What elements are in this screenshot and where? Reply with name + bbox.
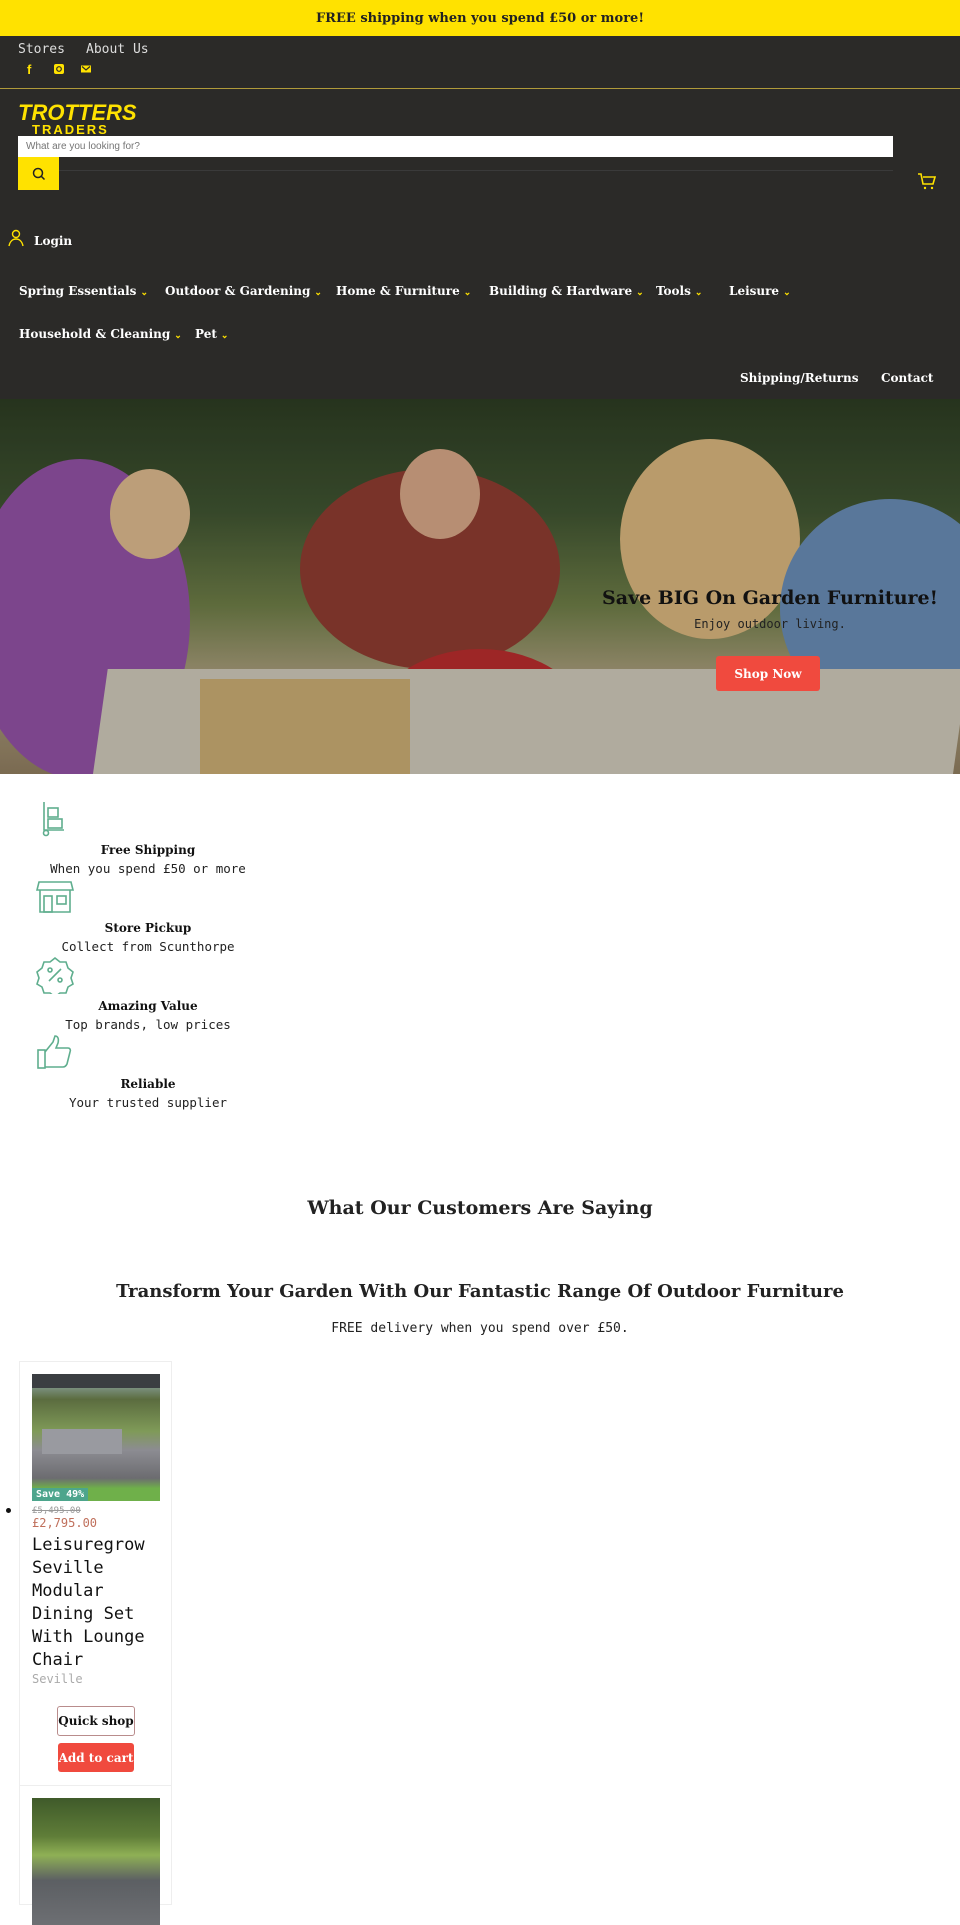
feature-reliable: Reliable Your trusted supplier	[0, 1077, 296, 1110]
nav-label: Pet	[195, 327, 217, 341]
nav-shipping-returns[interactable]: Shipping/Returns	[740, 371, 858, 385]
nav-spring-essentials[interactable]: Spring Essentials ⌄	[19, 284, 148, 298]
product-title[interactable]: Leisuregrow Seville Modular Dining Set W…	[32, 1534, 167, 1672]
quick-shop-button[interactable]: Quick shop	[57, 1706, 135, 1736]
chevron-down-icon: ⌄	[174, 331, 182, 341]
product-card	[19, 1785, 172, 1925]
site-header	[0, 36, 960, 399]
feature-subtitle: Top brands, low prices	[65, 1017, 231, 1032]
collection-heading: Transform Your Garden With Our Fantastic…	[116, 1281, 844, 1302]
discount-badge: Save 49%	[32, 1488, 89, 1501]
hero-subtitle: Enjoy outdoor living.	[694, 617, 846, 631]
testimonials-heading: What Our Customers Are Saying	[307, 1197, 653, 1219]
product-card: Save 49% £5,495.00 £2,795.00 Leisuregrow…	[19, 1361, 172, 1786]
user-icon	[8, 229, 24, 247]
chevron-down-icon: ⌄	[463, 288, 472, 298]
search-icon	[32, 167, 45, 180]
chevron-down-icon: ⌄	[694, 288, 703, 298]
nav-household-cleaning[interactable]: Household & Cleaning ⌄	[19, 327, 182, 341]
feature-title: Amazing Value	[98, 999, 198, 1013]
chevron-down-icon: ⌄	[220, 331, 229, 341]
chevron-down-icon: ⌄	[636, 288, 644, 298]
nav-label: Home & Furniture	[336, 284, 460, 298]
nav-building-hardware[interactable]: Building & Hardware ⌄	[489, 284, 644, 298]
feature-subtitle: When you spend £50 or more	[50, 861, 246, 876]
nav-label: Household & Cleaning	[19, 327, 171, 341]
top-link-stores[interactable]: Stores	[18, 42, 65, 57]
thumbs-up-icon	[37, 1035, 72, 1069]
chevron-down-icon: ⌄	[314, 288, 322, 298]
product-vendor: Seville	[32, 1672, 83, 1686]
feature-free-shipping: Free Shipping When you spend £50 or more	[0, 843, 296, 876]
logo[interactable]: TROTTERS TRADERS	[18, 100, 137, 137]
sale-price: £2,795.00	[32, 1516, 98, 1530]
feature-subtitle: Collect from Scunthorpe	[61, 939, 235, 954]
top-link-about-us[interactable]: About Us	[86, 42, 149, 57]
nav-outdoor-gardening[interactable]: Outdoor & Gardening ⌄	[165, 284, 322, 298]
nav-label: Tools	[656, 284, 691, 298]
shop-now-button[interactable]: Shop Now	[716, 656, 820, 691]
search-underline	[59, 170, 893, 171]
nav-tools[interactable]: Tools ⌄	[656, 284, 702, 298]
header-divider	[0, 88, 960, 89]
delivery-trolley-icon	[42, 802, 64, 837]
chevron-down-icon: ⌄	[783, 288, 791, 298]
nav-contact[interactable]: Contact	[881, 371, 933, 385]
store-icon	[36, 881, 74, 913]
feature-title: Store Pickup	[104, 921, 192, 935]
nav-label: Outdoor & Gardening	[165, 284, 311, 298]
feature-subtitle: Your trusted supplier	[68, 1095, 228, 1110]
add-to-cart-button[interactable]: Add to cart	[58, 1743, 134, 1772]
facebook-icon[interactable]: f	[27, 62, 41, 77]
percent-badge-icon	[36, 956, 74, 994]
search-input[interactable]	[18, 136, 893, 157]
nav-label: Leisure	[729, 284, 780, 298]
nav-home-furniture[interactable]: Home & Furniture ⌄	[336, 284, 471, 298]
email-icon[interactable]	[79, 62, 93, 76]
nav-pet[interactable]: Pet ⌄	[195, 327, 228, 341]
login-label: Login	[34, 234, 73, 248]
announcement-bar: FREE shipping when you spend £50 or more…	[0, 0, 960, 36]
cart-icon[interactable]	[916, 170, 938, 192]
collection-subheading: FREE delivery when you spend over £50.	[331, 1321, 629, 1336]
feature-title: Free Shipping	[100, 843, 196, 857]
nav-label: Spring Essentials	[19, 284, 137, 298]
feature-store-pickup: Store Pickup Collect from Scunthorpe	[0, 921, 296, 954]
hero-title: Save BIG On Garden Furniture!	[602, 587, 938, 609]
product-image[interactable]	[32, 1798, 160, 1925]
feature-title: Reliable	[120, 1077, 176, 1091]
nav-leisure[interactable]: Leisure ⌄	[729, 284, 791, 298]
instagram-icon[interactable]	[52, 62, 66, 76]
nav-label: Building & Hardware	[489, 284, 633, 298]
chevron-down-icon: ⌄	[140, 288, 148, 298]
search-button[interactable]	[18, 157, 59, 190]
login-link[interactable]: Login	[8, 228, 72, 248]
compare-price: £5,495.00	[32, 1506, 81, 1516]
feature-amazing-value: Amazing Value Top brands, low prices	[0, 999, 296, 1032]
product-image[interactable]: Save 49%	[32, 1374, 160, 1501]
list-bullet	[6, 1508, 11, 1513]
